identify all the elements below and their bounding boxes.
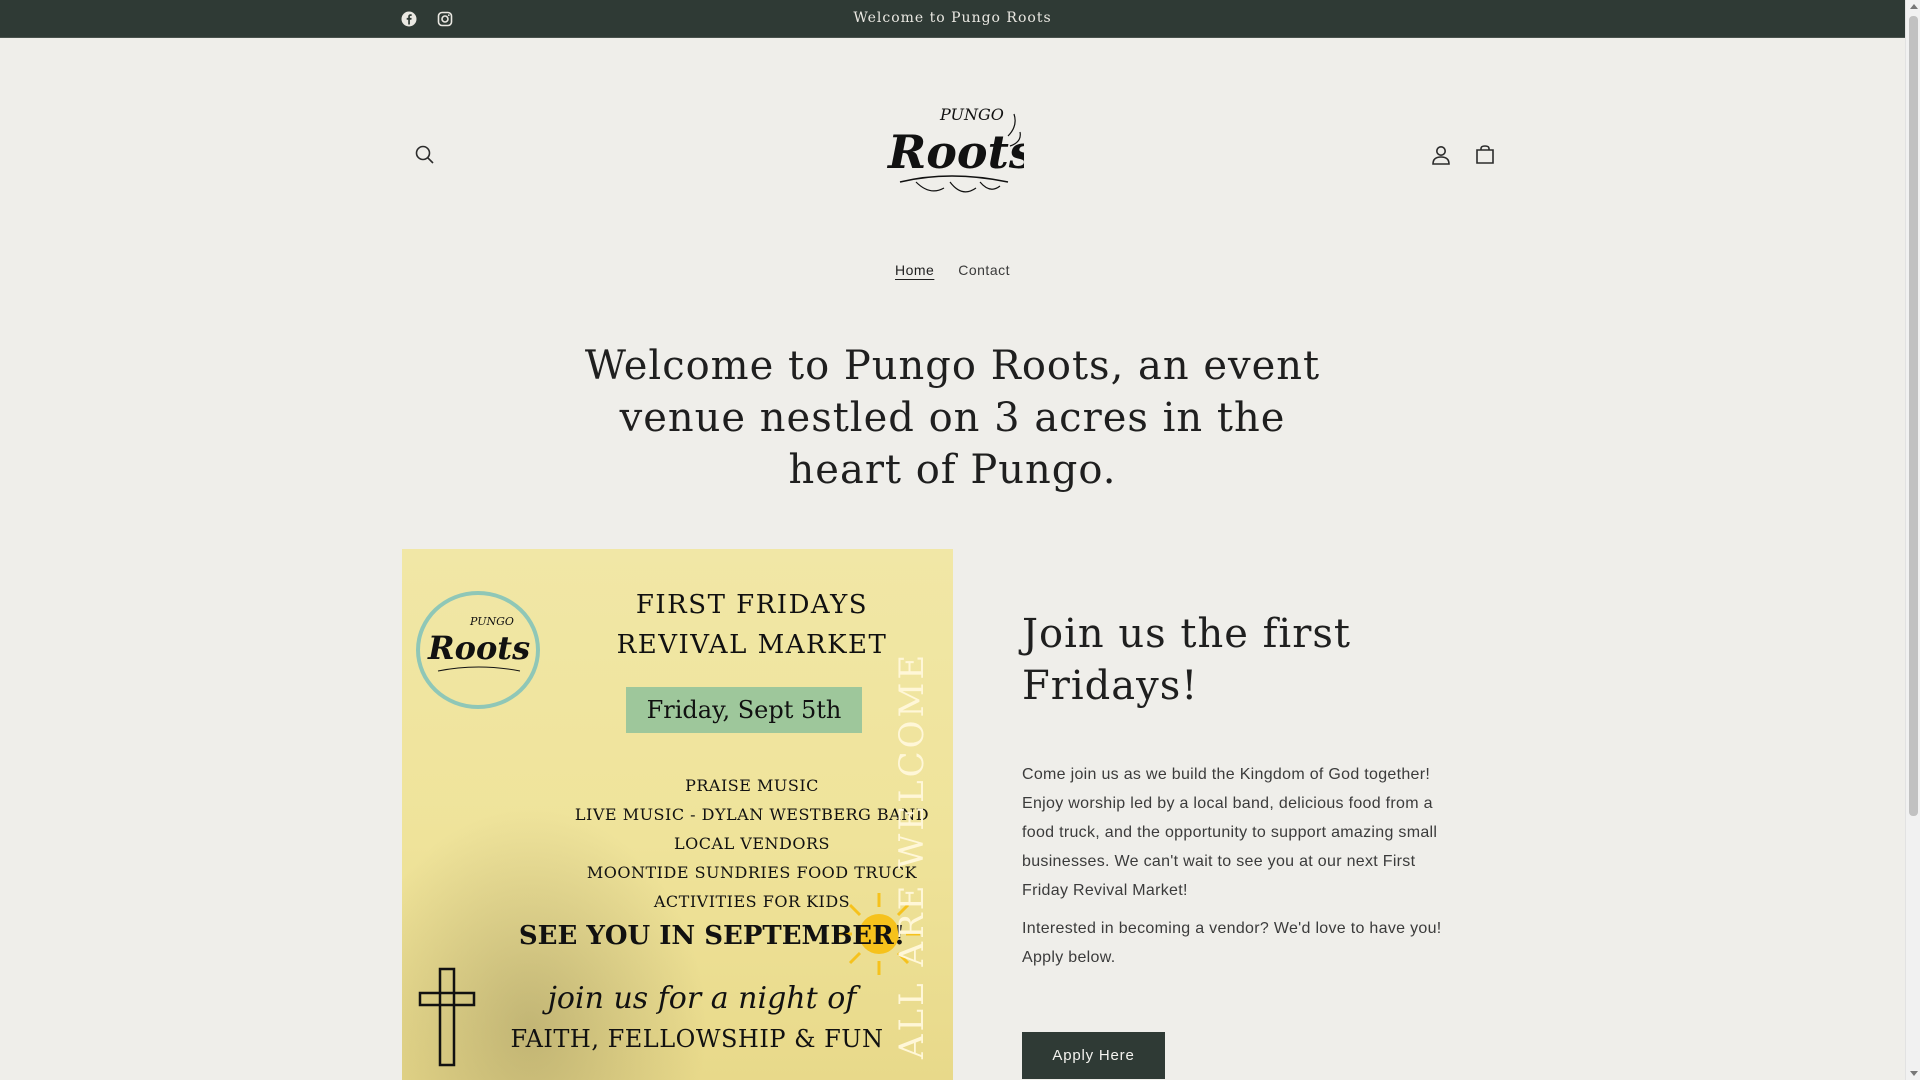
poster-title: FIRST FRIDAYS REVIVAL MARKET xyxy=(572,585,932,665)
account-icon[interactable] xyxy=(1424,138,1458,172)
poster-title-line2: REVIVAL MARKET xyxy=(616,630,888,660)
search-icon[interactable] xyxy=(408,138,442,172)
poster-date: Friday, Sept 5th xyxy=(626,687,862,733)
nav-home[interactable]: Home xyxy=(895,262,934,278)
site-logo[interactable]: PUNGO Roots xyxy=(880,96,1035,206)
hero-title: Welcome to Pungo Roots, an event venue n… xyxy=(584,343,1321,493)
poster-title-line1: FIRST FRIDAYS xyxy=(635,590,869,620)
cart-icon[interactable] xyxy=(1468,138,1502,172)
poster-logo: PUNGO Roots xyxy=(416,591,540,709)
event-poster: PUNGO Roots FIRST FRIDAYS REVIVAL MARKET… xyxy=(402,549,953,1080)
feature-title: Join us the first Fridays! xyxy=(1022,611,1351,709)
poster-list-item: MOONTIDE SUNDRIES FOOD TRUCK xyxy=(586,863,918,882)
scrollbar-thumb[interactable] xyxy=(1909,16,1918,816)
logo-text-main: Roots xyxy=(886,125,1024,179)
page-scrollbar[interactable] xyxy=(1905,0,1920,1080)
poster-join-line: join us for a night of xyxy=(547,981,857,1016)
apply-here-button[interactable]: Apply Here xyxy=(1022,1032,1165,1079)
scroll-down-icon[interactable] xyxy=(1910,1071,1918,1076)
nav-contact[interactable]: Contact xyxy=(958,262,1010,278)
poster-vertical-text: ALL ARE WELCOME xyxy=(892,651,932,1059)
poster-see-you: SEE YOU IN SEPTEMBER! xyxy=(518,921,906,951)
poster-logo-top: PUNGO xyxy=(469,615,514,628)
poster-logo-main: Roots xyxy=(427,629,530,667)
logo-text-top: PUNGO xyxy=(939,105,1004,124)
scroll-up-icon[interactable] xyxy=(1910,4,1918,9)
feature-body: Come join us as we build the Kingdom of … xyxy=(1022,760,1442,981)
poster-list-item: PRAISE MUSIC xyxy=(685,776,819,795)
announcement-message: Welcome to Pungo Roots xyxy=(853,10,1052,26)
poster-list-item: LIVE MUSIC - DYLAN WESTBERG BAND xyxy=(574,805,930,824)
poster-faith-line: FAITH, FELLOWSHIP & FUN xyxy=(510,1025,884,1053)
poster-list-item: LOCAL VENDORS xyxy=(674,834,830,853)
announcement-bar: Welcome to Pungo Roots xyxy=(0,0,1905,38)
feature-paragraph: Interested in becoming a vendor? We'd lo… xyxy=(1022,920,1442,966)
feature-paragraph: Come join us as we build the Kingdom of … xyxy=(1022,766,1438,899)
site-header: PUNGO Roots xyxy=(0,38,1905,238)
main-nav: Home Contact xyxy=(0,262,1905,278)
